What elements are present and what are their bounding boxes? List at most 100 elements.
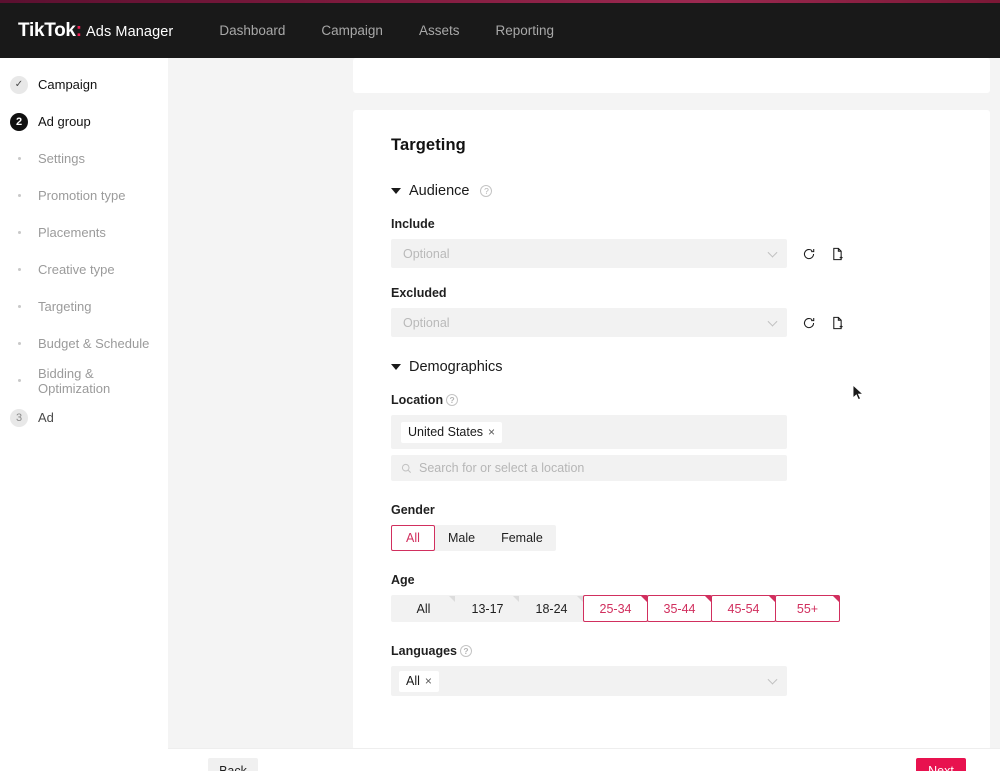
- bullet-icon: [10, 305, 28, 308]
- gender-option-male[interactable]: Male: [435, 525, 488, 551]
- location-field-block: Location ? United States × Search for or…: [391, 393, 952, 481]
- brand-logo[interactable]: TikTok: Ads Manager: [18, 20, 173, 42]
- age-option-25-34[interactable]: 25-34: [583, 595, 648, 622]
- app-root: TikTok: Ads Manager Dashboard Campaign As…: [0, 0, 1000, 771]
- include-select[interactable]: Optional: [391, 239, 787, 268]
- languages-field-block: Languages ? All ×: [391, 644, 952, 696]
- location-label: Location ?: [391, 393, 952, 407]
- age-option-55-plus[interactable]: 55+: [775, 595, 840, 622]
- include-label: Include: [391, 217, 435, 231]
- demographics-section-label: Demographics: [409, 359, 503, 375]
- help-icon[interactable]: ?: [446, 394, 459, 406]
- remove-tag-icon[interactable]: ×: [425, 675, 432, 687]
- page-title: Targeting: [391, 136, 466, 154]
- location-search-placeholder: Search for or select a location: [419, 461, 585, 475]
- languages-label-text: Languages: [391, 644, 457, 658]
- search-icon: [401, 463, 412, 474]
- sidebar-item-targeting[interactable]: Targeting: [0, 288, 168, 325]
- age-option-all[interactable]: All: [391, 595, 456, 622]
- excluded-row: Optional: [391, 308, 952, 337]
- gender-label: Gender: [391, 503, 435, 517]
- chevron-down-icon: [767, 316, 778, 327]
- back-button[interactable]: Back: [208, 758, 258, 771]
- gender-option-all[interactable]: All: [391, 525, 435, 551]
- check-icon: ✓: [10, 75, 28, 94]
- excluded-placeholder: Optional: [403, 315, 450, 330]
- bullet-icon: [10, 231, 28, 234]
- location-tag-field[interactable]: United States ×: [391, 415, 787, 449]
- sidebar-step-label-campaign: Campaign: [38, 77, 98, 92]
- nav-item-assets[interactable]: Assets: [419, 23, 460, 38]
- refresh-icon[interactable]: [801, 315, 816, 330]
- include-field-block: Include Optional: [391, 217, 952, 268]
- nav-item-reporting[interactable]: Reporting: [495, 23, 554, 38]
- brand-subtitle: Ads Manager: [86, 23, 174, 40]
- new-document-icon[interactable]: [830, 315, 845, 330]
- brand-name: TikTok: [18, 19, 76, 41]
- bullet-icon: [10, 157, 28, 160]
- nav-item-dashboard[interactable]: Dashboard: [219, 23, 285, 38]
- languages-label: Languages ?: [391, 644, 952, 658]
- sidebar-item-settings[interactable]: Settings: [0, 140, 168, 177]
- age-segmented-control: All 13-17 18-24 25-34 35-44 45-54 55+: [391, 595, 840, 622]
- sidebar-step-campaign[interactable]: ✓ Campaign: [0, 66, 168, 103]
- excluded-field-block: Excluded Optional: [391, 286, 952, 337]
- location-label-text: Location: [391, 393, 444, 407]
- chevron-down-icon: [767, 247, 778, 258]
- gender-segmented-control: All Male Female: [391, 525, 556, 551]
- sidebar-item-promotion-type[interactable]: Promotion type: [0, 177, 168, 214]
- demographics-section-header[interactable]: Demographics: [391, 359, 952, 375]
- sidebar-item-bidding-optimization[interactable]: Bidding & Optimization: [0, 362, 168, 399]
- gender-option-female[interactable]: Female: [488, 525, 556, 551]
- sidebar-item-label-placements: Placements: [38, 225, 106, 240]
- age-option-13-17[interactable]: 13-17: [455, 595, 520, 622]
- age-field-block: Age All 13-17 18-24 25-34 35-44 45-54 55…: [391, 573, 952, 622]
- sidebar-step-label-ad-group: Ad group: [38, 114, 91, 129]
- main-content-area: Targeting Audience ? Include Optional Ex…: [168, 58, 1000, 771]
- bullet-icon: [10, 268, 28, 271]
- new-document-icon[interactable]: [830, 246, 845, 261]
- help-icon[interactable]: ?: [460, 645, 472, 657]
- nav-item-campaign[interactable]: Campaign: [321, 23, 383, 38]
- bullet-icon: [10, 194, 28, 197]
- targeting-card: Targeting Audience ? Include Optional Ex…: [353, 110, 990, 750]
- sidebar-item-budget-schedule[interactable]: Budget & Schedule: [0, 325, 168, 362]
- language-tag-all: All ×: [399, 670, 439, 692]
- chevron-down-icon: [391, 364, 401, 370]
- include-row: Optional: [391, 239, 952, 268]
- brand-colon: :: [75, 19, 83, 41]
- age-option-45-54[interactable]: 45-54: [711, 595, 776, 622]
- sidebar-step-ad[interactable]: 3 Ad: [0, 399, 168, 436]
- refresh-icon[interactable]: [801, 246, 816, 261]
- tag-label: All: [406, 674, 420, 688]
- sidebar-item-creative-type[interactable]: Creative type: [0, 251, 168, 288]
- remove-tag-icon[interactable]: ×: [488, 426, 495, 438]
- age-label: Age: [391, 573, 415, 587]
- help-icon[interactable]: ?: [480, 185, 493, 197]
- primary-nav: Dashboard Campaign Assets Reporting: [219, 23, 554, 38]
- location-search-input[interactable]: Search for or select a location: [391, 455, 787, 481]
- excluded-select[interactable]: Optional: [391, 308, 787, 337]
- tag-label: United States: [408, 425, 484, 439]
- previous-section-card: [353, 58, 990, 93]
- footer-action-bar: [168, 748, 1000, 771]
- sidebar-item-label-settings: Settings: [38, 151, 85, 166]
- next-button[interactable]: Next: [916, 758, 966, 771]
- age-option-35-44[interactable]: 35-44: [647, 595, 712, 622]
- audience-section-header[interactable]: Audience ?: [391, 183, 952, 199]
- top-navigation-bar: TikTok: Ads Manager Dashboard Campaign As…: [0, 3, 1000, 58]
- excluded-label: Excluded: [391, 286, 447, 300]
- location-tag-united-states: United States ×: [401, 421, 503, 443]
- bullet-icon: [10, 379, 28, 382]
- sidebar-item-placements[interactable]: Placements: [0, 214, 168, 251]
- bullet-icon: [10, 342, 28, 345]
- sidebar-item-label-bidding-optimization: Bidding & Optimization: [38, 365, 111, 396]
- sidebar-step-ad-group[interactable]: 2 Ad group: [0, 103, 168, 140]
- include-placeholder: Optional: [403, 246, 450, 261]
- gender-field-block: Gender All Male Female: [391, 503, 952, 551]
- age-option-18-24[interactable]: 18-24: [519, 595, 584, 622]
- languages-select[interactable]: All ×: [391, 666, 787, 696]
- sidebar-item-label-budget-schedule: Budget & Schedule: [38, 336, 150, 351]
- chevron-down-icon: [391, 188, 401, 194]
- sidebar-item-label-creative-type: Creative type: [38, 262, 115, 277]
